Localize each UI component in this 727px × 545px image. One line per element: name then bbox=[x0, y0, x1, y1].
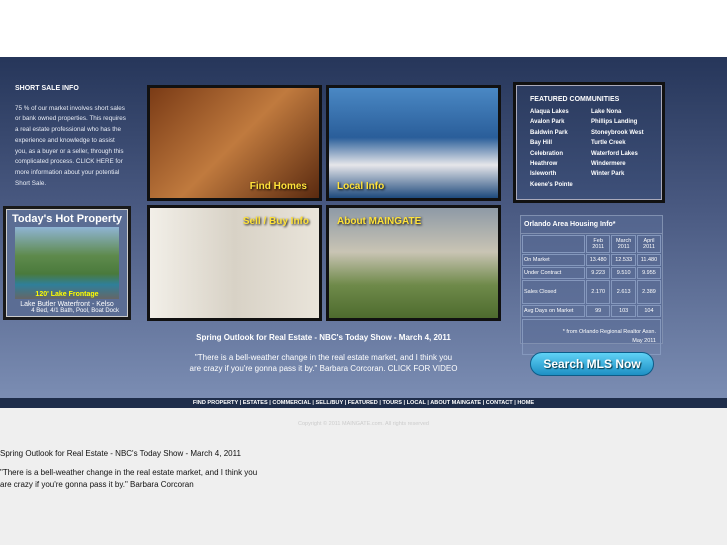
table-cell: 13.480 bbox=[585, 254, 611, 266]
tile-find-homes[interactable]: Find Homes bbox=[147, 85, 322, 201]
table-cell: 103 bbox=[611, 305, 636, 317]
table-cell: 2.170 bbox=[585, 280, 611, 304]
community-link[interactable]: Winter Park bbox=[591, 171, 648, 177]
community-link[interactable]: Baldwin Park bbox=[530, 130, 591, 136]
tile-label: Local Info bbox=[337, 181, 385, 192]
search-mls-button[interactable]: Search MLS Now bbox=[530, 352, 654, 376]
lower-quote-line1: "There is a bell-weather change in the r… bbox=[0, 468, 258, 477]
short-sale-text[interactable]: 75 % of our market involves short sales … bbox=[15, 104, 127, 190]
tile-label: Sell / Buy Info bbox=[242, 216, 309, 227]
short-sale-info[interactable]: SHORT SALE INFO 75 % of our market invol… bbox=[15, 84, 127, 189]
column-header: Feb 2011 bbox=[585, 235, 611, 253]
community-link[interactable]: Isleworth bbox=[530, 171, 591, 177]
table-cell: 11.480 bbox=[636, 254, 661, 266]
housing-title: Orlando Area Housing Info* bbox=[521, 216, 662, 234]
featured-title: FEATURED COMMUNITIES bbox=[530, 96, 620, 103]
tile-sell-buy-info[interactable]: Sell / Buy Info bbox=[147, 205, 322, 321]
housing-note: * from Orlando Regional Realtor Assn. bbox=[562, 329, 656, 335]
table-cell: 9.955 bbox=[636, 267, 661, 279]
community-link[interactable]: Bay Hill bbox=[530, 140, 591, 146]
table-cell: 104 bbox=[636, 305, 661, 317]
video-title[interactable]: Spring Outlook for Real Estate - NBC's T… bbox=[147, 333, 500, 342]
community-link[interactable]: Avalon Park bbox=[530, 119, 591, 125]
tile-about-maingate[interactable]: About MAINGATE bbox=[326, 205, 501, 321]
video-quote-line2[interactable]: are crazy if you're gonna pass it by." B… bbox=[147, 364, 500, 373]
table-cell: 9.510 bbox=[611, 267, 636, 279]
video-quote-line1[interactable]: "There is a bell-weather change in the r… bbox=[147, 353, 500, 362]
community-link[interactable]: Keene's Pointe bbox=[530, 182, 591, 188]
column-header: March 2011 bbox=[611, 235, 636, 253]
housing-note-date: May 2011 bbox=[632, 338, 656, 344]
community-link[interactable]: Turtle Creek bbox=[591, 140, 648, 146]
lower-quote-line2: are crazy if you're gonna pass it by." B… bbox=[0, 480, 194, 489]
community-link[interactable]: Windermere bbox=[591, 161, 648, 167]
table-cell: 12.533 bbox=[611, 254, 636, 266]
community-link[interactable]: Heathrow bbox=[530, 161, 591, 167]
community-link[interactable]: Alaqua Lakes bbox=[530, 109, 591, 115]
tile-label: About MAINGATE bbox=[337, 216, 422, 227]
header-blank bbox=[522, 235, 585, 253]
copyright: Copyright © 2011 MAINGATE.com. All right… bbox=[297, 421, 429, 427]
table-row: Avg Days on Market 99 103 104 bbox=[522, 305, 661, 317]
lower-title: Spring Outlook for Real Estate - NBC's T… bbox=[0, 449, 241, 458]
table-row: Under Contract 9.223 9.510 9.955 bbox=[522, 267, 661, 279]
hot-property-title: Today's Hot Property bbox=[12, 213, 122, 225]
year: 2011 bbox=[617, 244, 630, 250]
short-sale-title: SHORT SALE INFO bbox=[15, 85, 79, 92]
hot-property-photo[interactable]: 120' Lake Frontage bbox=[15, 227, 119, 299]
row-label: Sales Closed bbox=[522, 280, 585, 304]
hot-property-name: Lake Butler Waterfront - Kelso bbox=[20, 301, 114, 308]
community-link[interactable]: Phillips Landing bbox=[591, 119, 648, 125]
community-link[interactable]: Stoneybrook West bbox=[591, 130, 648, 136]
row-label: Under Contract bbox=[522, 267, 585, 279]
hot-property-details: 4 Bed, 4/1 Bath, Pool, Boat Dock bbox=[31, 308, 119, 314]
community-link[interactable]: Celebration bbox=[530, 151, 591, 157]
table-row: On Market 13.480 12.533 11.480 bbox=[522, 254, 661, 266]
table-row: Sales Closed 2.170 2.613 2.389 bbox=[522, 280, 661, 304]
community-link[interactable]: Lake Nona bbox=[591, 109, 648, 115]
table-cell: 2.389 bbox=[636, 280, 661, 304]
column-header: April 2011 bbox=[636, 235, 661, 253]
table-cell: 9.223 bbox=[585, 267, 611, 279]
housing-info-table: Orlando Area Housing Info* Feb 2011 March 2… bbox=[520, 215, 663, 355]
hot-property[interactable]: Today's Hot Property 120' Lake Frontage … bbox=[3, 206, 131, 320]
footer-nav[interactable]: FIND PROPERTY | ESTATES | COMMERCIAL | S… bbox=[0, 398, 727, 408]
row-label: Avg Days on Market bbox=[522, 305, 585, 317]
year: 2011 bbox=[643, 244, 655, 250]
year: 2011 bbox=[592, 244, 605, 250]
tile-label: Find Homes bbox=[249, 181, 307, 192]
header bbox=[0, 0, 727, 57]
photo-label: 120' Lake Frontage bbox=[35, 291, 99, 298]
tile-local-info[interactable]: Local Info bbox=[326, 85, 501, 201]
table-cell: 99 bbox=[585, 305, 611, 317]
table-cell: 2.613 bbox=[611, 280, 636, 304]
row-label: On Market bbox=[522, 254, 585, 266]
featured-communities: FEATURED COMMUNITIES Alaqua Lakes Lake No… bbox=[513, 82, 665, 203]
community-link[interactable]: Waterford Lakes bbox=[591, 151, 648, 157]
